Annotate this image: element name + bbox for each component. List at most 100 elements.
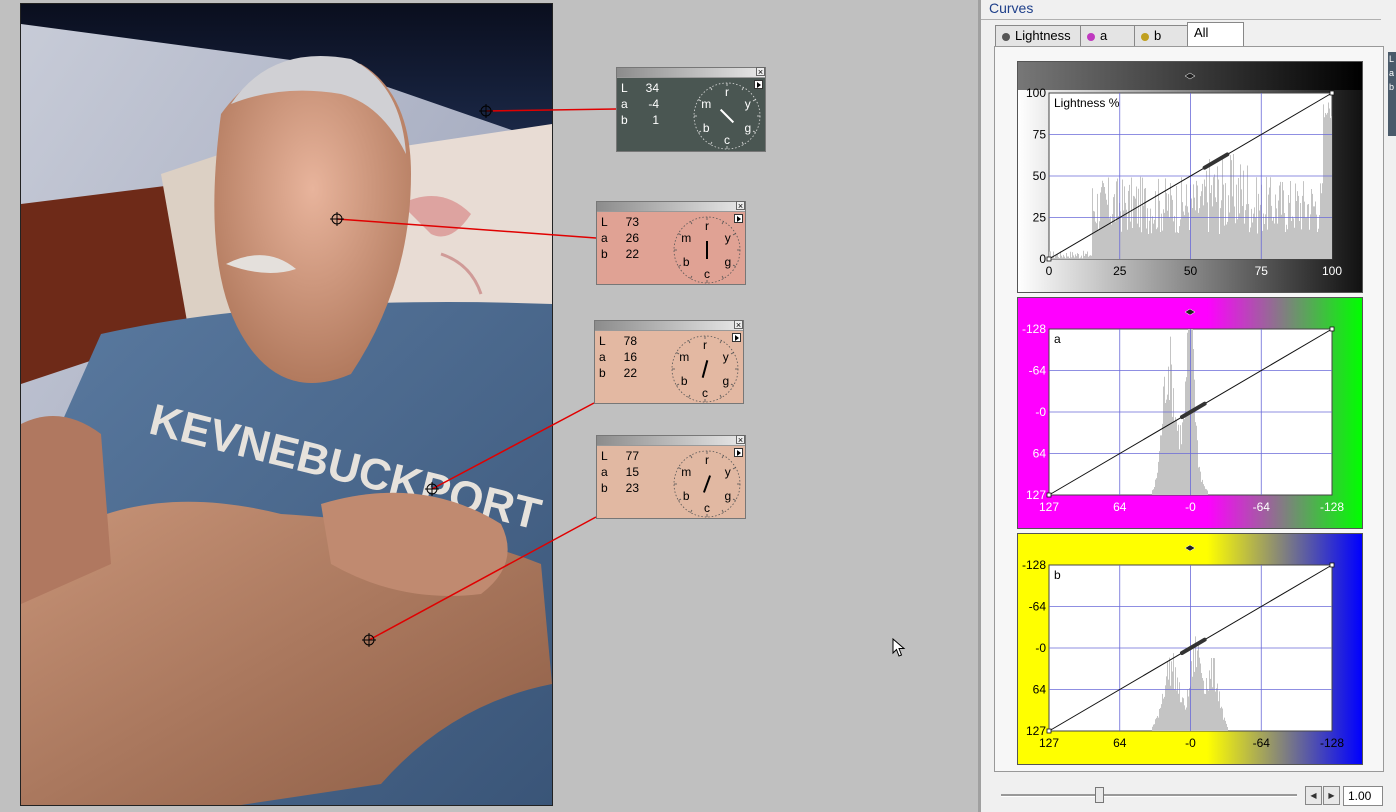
dial-tick	[690, 455, 693, 459]
readout-titlebar[interactable]: ×	[597, 435, 745, 446]
dial-letter: y	[725, 465, 731, 479]
dial-tick	[719, 394, 722, 398]
l-value: 34	[645, 81, 659, 95]
zoom-slider-track[interactable]	[1001, 794, 1297, 797]
dial-tick	[710, 141, 713, 145]
dial-letter: r	[705, 219, 709, 233]
close-icon[interactable]: ×	[736, 435, 745, 445]
color-readout-2[interactable]: × L 73 a 26 b 22 rygcbm	[596, 201, 746, 285]
y-tick-label: 64	[1033, 683, 1047, 697]
curve-endpoint[interactable]	[1046, 256, 1052, 262]
color-readout-1[interactable]: × L 34 a -4 b1 rygcbm	[616, 67, 766, 152]
b-curve-chart[interactable]: b-128-64-064127127 64 -0 -64 -128	[1018, 534, 1362, 764]
tab-lightness[interactable]: Lightness	[995, 25, 1081, 46]
y-tick-label: 64	[1033, 447, 1047, 461]
l-label: L	[601, 215, 608, 229]
dial-letter: b	[683, 489, 690, 503]
tab-label: Lightness	[1015, 28, 1071, 43]
y-tick-label: 50	[1033, 169, 1047, 183]
curve-endpoint[interactable]	[1329, 562, 1335, 568]
dial-tick	[730, 352, 734, 355]
dial-letter: y	[723, 350, 729, 364]
panel-title: Curves	[989, 0, 1034, 16]
dial-tick	[721, 455, 724, 459]
dial-letter: g	[744, 121, 751, 135]
close-icon[interactable]: ×	[756, 67, 765, 77]
increase-arrow-icon[interactable]: ▶	[1323, 786, 1340, 805]
curve-endpoint[interactable]	[1046, 728, 1052, 734]
dial-letter: c	[704, 267, 710, 281]
tab-b[interactable]: b	[1134, 25, 1188, 46]
x-tick-label: -0	[1185, 736, 1196, 750]
chart-title: b	[1054, 568, 1061, 582]
close-icon[interactable]: ×	[734, 320, 743, 330]
a-label: a	[601, 231, 608, 245]
dial-hand	[701, 360, 709, 378]
a-curve-chart[interactable]: a-128-64-064127127 64 -0 -64 -128	[1018, 298, 1362, 528]
y-tick-label: -128	[1022, 558, 1046, 572]
side-letter: L	[1389, 54, 1395, 64]
x-tick-label: 64	[1113, 500, 1127, 514]
x-tick-label: 127	[1039, 500, 1059, 514]
curve-endpoint[interactable]	[1329, 326, 1335, 332]
dial-letter: g	[722, 374, 729, 388]
color-readout-4[interactable]: × L 77 a 15 b 23 rygcbm	[596, 435, 746, 519]
a-value: -4	[648, 97, 659, 111]
dial-letter: m	[681, 231, 691, 245]
x-tick-label: -128	[1320, 500, 1344, 514]
close-icon[interactable]: ×	[736, 201, 745, 211]
dial-letter: r	[705, 453, 709, 467]
side-info-strip: L a b	[1388, 52, 1396, 136]
dial-tick	[688, 340, 691, 344]
lightness-curve-box[interactable]: Lightness % 100 75 50 25 0 0 25 50 75 100	[1017, 61, 1363, 293]
a-value: 15	[625, 465, 639, 479]
lightness-curve-chart[interactable]: Lightness %10075502500 25 50 75 100	[1018, 62, 1362, 292]
dial-tick	[752, 130, 756, 133]
curves-panel: Curves Lightness a b All Lightness % 100 7…	[978, 0, 1396, 812]
decrease-arrow-icon[interactable]: ◀	[1305, 786, 1322, 805]
x-tick-label: -64	[1253, 500, 1271, 514]
dial-tick	[678, 498, 682, 501]
x-tick-label: 75	[1255, 264, 1269, 278]
hue-dial: r ygcbm	[671, 335, 739, 403]
y-tick-label: -64	[1029, 600, 1047, 614]
a-curve-box[interactable]: a -128 -64 -0 64 127 127 64 -0 -64 -128	[1017, 297, 1363, 529]
tab-all[interactable]: All	[1187, 22, 1244, 47]
dial-tick	[721, 275, 724, 279]
curve-endpoint[interactable]	[1046, 492, 1052, 498]
tab-content: Lightness % 100 75 50 25 0 0 25 50 75 100 a -128 -64…	[994, 46, 1384, 772]
readout-titlebar[interactable]: ×	[617, 67, 765, 78]
dial-letter: b	[703, 121, 710, 135]
readout-titlebar[interactable]: ×	[597, 201, 745, 212]
dial-letter: b	[683, 255, 690, 269]
b-curve-box[interactable]: b -128 -64 -0 64 127 127 64 -0 -64 -128	[1017, 533, 1363, 765]
a-value: 16	[623, 350, 637, 364]
readout-titlebar[interactable]: ×	[595, 320, 743, 331]
tab-a[interactable]: a	[1080, 25, 1135, 46]
zoom-value-field[interactable]: 1.00	[1343, 786, 1383, 806]
dial-tick	[721, 221, 724, 225]
side-letter: b	[1389, 82, 1395, 92]
chart-title: a	[1054, 332, 1061, 346]
photo-canvas[interactable]: KEVNEBUCKPORT	[20, 3, 553, 806]
tab-label: All	[1194, 25, 1209, 40]
a-value: 26	[625, 231, 639, 245]
title-divider	[981, 19, 1381, 20]
b-value: 1	[652, 113, 659, 127]
zoom-slider-thumb[interactable]	[1094, 787, 1104, 803]
dial-tick	[752, 99, 756, 102]
dial-letter: r	[725, 85, 729, 99]
b-label: b	[601, 247, 608, 261]
dial-tick	[732, 498, 736, 501]
dial-letter: y	[745, 97, 751, 111]
x-tick-label: 50	[1184, 264, 1198, 278]
dial-tick	[732, 467, 736, 470]
b-channel-icon	[1141, 32, 1149, 41]
curve-endpoint[interactable]	[1329, 90, 1335, 96]
dial-tick	[678, 264, 682, 267]
chart-title: Lightness %	[1054, 96, 1120, 110]
dial-tick	[690, 221, 693, 225]
x-tick-label: 0	[1046, 264, 1053, 278]
b-value: 22	[625, 247, 639, 261]
color-readout-3[interactable]: × L 78 a 16 b 22 rygcbm	[594, 320, 744, 404]
